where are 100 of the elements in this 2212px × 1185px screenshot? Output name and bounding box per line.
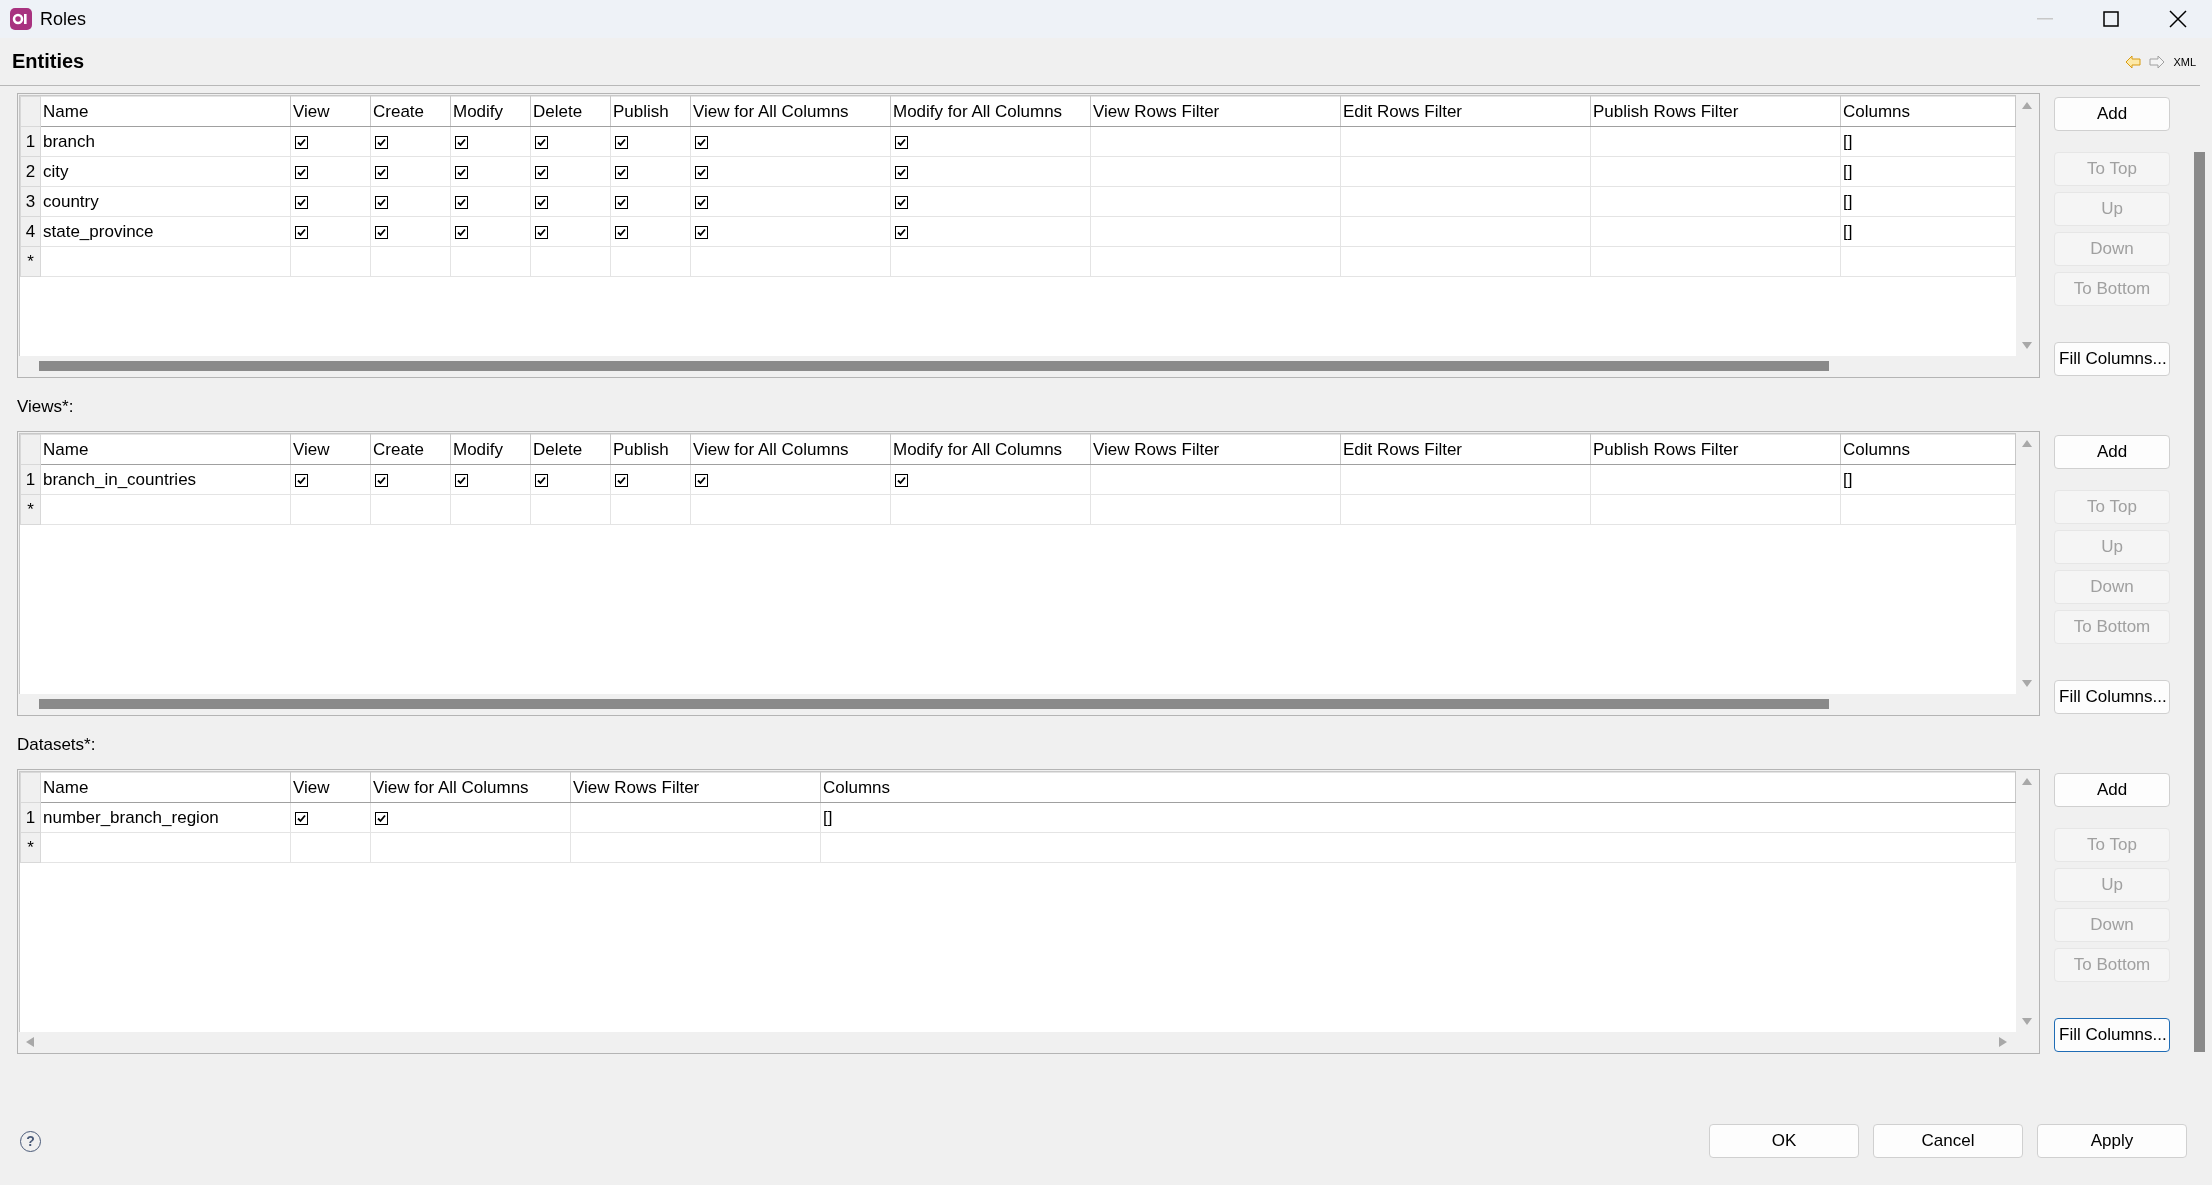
row-number: 4 bbox=[20, 216, 41, 247]
checkbox[interactable] bbox=[375, 811, 388, 825]
checkbox[interactable] bbox=[615, 165, 628, 179]
table-cell: branch_in_countries bbox=[43, 469, 197, 489]
column-header[interactable]: Edit Rows Filter bbox=[1340, 434, 1591, 465]
column-header[interactable]: View Rows Filter bbox=[1090, 96, 1341, 127]
column-header[interactable]: Create bbox=[370, 96, 451, 127]
column-header[interactable]: Modify bbox=[450, 434, 531, 465]
checkbox[interactable] bbox=[695, 225, 708, 239]
checkbox[interactable] bbox=[535, 473, 548, 487]
column-header[interactable]: Publish Rows Filter bbox=[1590, 434, 1841, 465]
checkbox[interactable] bbox=[455, 225, 468, 239]
page-heading: Entities bbox=[12, 50, 85, 73]
row-number: 1 bbox=[20, 464, 41, 495]
table-cell: [] bbox=[1843, 161, 1853, 181]
scrollbar-thumb[interactable] bbox=[39, 361, 1829, 371]
table-cell: [] bbox=[1843, 469, 1853, 489]
checkbox[interactable] bbox=[295, 473, 308, 487]
checkbox[interactable] bbox=[615, 195, 628, 209]
checkbox[interactable] bbox=[535, 195, 548, 209]
table-cell: [] bbox=[1843, 131, 1853, 151]
table-cell: country bbox=[43, 191, 99, 211]
checkbox[interactable] bbox=[535, 135, 548, 149]
close-icon[interactable] bbox=[2169, 10, 2187, 28]
ok-button[interactable]: OK bbox=[1709, 1124, 1859, 1158]
column-header[interactable]: View bbox=[290, 434, 371, 465]
checkbox[interactable] bbox=[455, 165, 468, 179]
add-button[interactable]: Add bbox=[2054, 97, 2170, 131]
column-header[interactable]: Name bbox=[40, 434, 291, 465]
column-header[interactable]: Columns bbox=[1840, 96, 2016, 127]
checkbox[interactable] bbox=[455, 473, 468, 487]
new-row-marker: * bbox=[27, 837, 34, 857]
row-number: 2 bbox=[20, 156, 41, 187]
column-header[interactable]: Modify for All Columns bbox=[890, 434, 1091, 465]
checkbox[interactable] bbox=[895, 225, 908, 239]
cancel-button[interactable]: Cancel bbox=[1873, 1124, 2023, 1158]
checkbox[interactable] bbox=[375, 135, 388, 149]
checkbox[interactable] bbox=[295, 811, 308, 825]
checkbox[interactable] bbox=[895, 165, 908, 179]
column-header[interactable]: Name bbox=[40, 96, 291, 127]
checkbox[interactable] bbox=[895, 473, 908, 487]
scrollbar[interactable] bbox=[2194, 152, 2205, 1052]
checkbox[interactable] bbox=[455, 195, 468, 209]
checkbox[interactable] bbox=[615, 225, 628, 239]
column-header[interactable]: View for All Columns bbox=[690, 96, 891, 127]
app-logo-icon bbox=[10, 8, 32, 30]
maximize-icon[interactable] bbox=[2103, 11, 2119, 27]
checkbox[interactable] bbox=[375, 195, 388, 209]
checkbox[interactable] bbox=[695, 165, 708, 179]
column-header[interactable]: View bbox=[290, 96, 371, 127]
checkbox[interactable] bbox=[695, 473, 708, 487]
section-label: Datasets*: bbox=[17, 734, 96, 755]
column-header[interactable]: Edit Rows Filter bbox=[1340, 96, 1591, 127]
table-cell: city bbox=[43, 161, 69, 181]
checkbox[interactable] bbox=[615, 135, 628, 149]
checkbox[interactable] bbox=[455, 135, 468, 149]
table-cell: state_province bbox=[43, 221, 154, 241]
fill-columns-button[interactable]: Fill Columns... bbox=[2054, 680, 2170, 714]
column-header[interactable]: Publish bbox=[610, 96, 691, 127]
column-header[interactable]: View Rows Filter bbox=[570, 772, 821, 803]
checkbox[interactable] bbox=[895, 135, 908, 149]
fill-columns-button[interactable]: Fill Columns... bbox=[2054, 342, 2170, 376]
new-row-marker: * bbox=[27, 251, 34, 271]
column-header[interactable]: Modify bbox=[450, 96, 531, 127]
scrollbar-thumb[interactable] bbox=[39, 699, 1829, 709]
column-header[interactable]: Delete bbox=[530, 96, 611, 127]
apply-button[interactable]: Apply bbox=[2037, 1124, 2187, 1158]
column-header[interactable]: Delete bbox=[530, 434, 611, 465]
column-header[interactable]: Create bbox=[370, 434, 451, 465]
column-header[interactable]: View bbox=[290, 772, 371, 803]
checkbox[interactable] bbox=[535, 225, 548, 239]
checkbox[interactable] bbox=[695, 195, 708, 209]
checkbox[interactable] bbox=[295, 165, 308, 179]
checkbox[interactable] bbox=[375, 225, 388, 239]
column-header[interactable]: View for All Columns bbox=[690, 434, 891, 465]
add-button[interactable]: Add bbox=[2054, 435, 2170, 469]
checkbox[interactable] bbox=[375, 473, 388, 487]
checkbox[interactable] bbox=[295, 195, 308, 209]
table-cell: [] bbox=[823, 807, 833, 827]
column-header[interactable]: Name bbox=[40, 772, 291, 803]
checkbox[interactable] bbox=[295, 225, 308, 239]
checkbox[interactable] bbox=[535, 165, 548, 179]
column-header[interactable]: View for All Columns bbox=[370, 772, 571, 803]
checkbox[interactable] bbox=[695, 135, 708, 149]
checkbox[interactable] bbox=[375, 165, 388, 179]
column-header[interactable]: Publish bbox=[610, 434, 691, 465]
fill-columns-button[interactable]: Fill Columns... bbox=[2054, 1018, 2170, 1052]
add-button[interactable]: Add bbox=[2054, 773, 2170, 807]
column-header[interactable]: Publish Rows Filter bbox=[1590, 96, 1841, 127]
new-row-marker: * bbox=[27, 499, 34, 519]
table-cell: branch bbox=[43, 131, 95, 151]
checkbox[interactable] bbox=[295, 135, 308, 149]
xml-link[interactable]: XML bbox=[2173, 55, 2196, 68]
row-number: 3 bbox=[20, 186, 41, 217]
column-header[interactable]: Columns bbox=[820, 772, 2016, 803]
checkbox[interactable] bbox=[615, 473, 628, 487]
column-header[interactable]: Columns bbox=[1840, 434, 2016, 465]
column-header[interactable]: Modify for All Columns bbox=[890, 96, 1091, 127]
column-header[interactable]: View Rows Filter bbox=[1090, 434, 1341, 465]
checkbox[interactable] bbox=[895, 195, 908, 209]
